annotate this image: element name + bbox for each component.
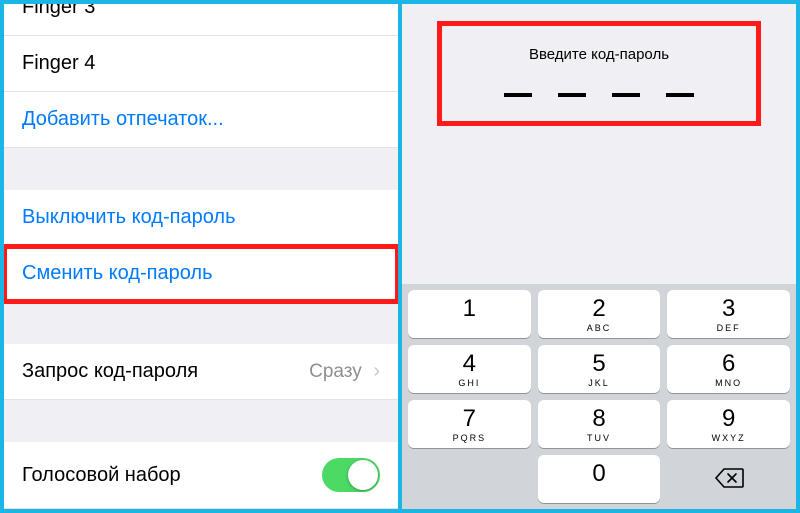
key-backspace[interactable] bbox=[667, 455, 790, 503]
voice-dial-toggle[interactable] bbox=[322, 458, 380, 492]
screenshot-frame: Finger 3 Finger 4 Добавить отпечаток... … bbox=[0, 0, 800, 513]
key-digit: 3 bbox=[667, 297, 790, 321]
key-3[interactable]: 3 DEF bbox=[667, 290, 790, 338]
key-digit: 2 bbox=[538, 297, 661, 321]
key-digit: 8 bbox=[538, 407, 661, 431]
voice-dial-row: Голосовой набор bbox=[4, 442, 398, 509]
key-letters: ABC bbox=[538, 323, 661, 333]
key-9[interactable]: 9 WXYZ bbox=[667, 400, 790, 448]
backspace-icon bbox=[714, 467, 744, 494]
row-label: Выключить код-пароль bbox=[22, 206, 236, 229]
passcode-pane: Введите код-пароль 1 2 ABC 3 DEF bbox=[400, 4, 796, 509]
settings-pane: Finger 3 Finger 4 Добавить отпечаток... … bbox=[4, 4, 400, 509]
passcode-slot bbox=[558, 93, 586, 97]
key-digit: 9 bbox=[667, 407, 790, 431]
key-6[interactable]: 6 MNO bbox=[667, 345, 790, 393]
row-finger-4[interactable]: Finger 4 bbox=[4, 36, 398, 92]
row-label: Голосовой набор bbox=[22, 464, 181, 487]
key-letters bbox=[538, 488, 661, 498]
turn-off-passcode-button[interactable]: Выключить код-пароль bbox=[4, 190, 398, 246]
passcode-dots bbox=[452, 93, 746, 97]
row-value-wrap: Сразу › bbox=[309, 360, 380, 383]
key-letters: MNO bbox=[667, 378, 790, 388]
key-letters: WXYZ bbox=[667, 433, 790, 443]
key-digit: 7 bbox=[408, 407, 531, 431]
row-label: Запрос код-пароля bbox=[22, 360, 198, 383]
key-0[interactable]: 0 bbox=[538, 455, 661, 503]
passcode-slot bbox=[612, 93, 640, 97]
key-4[interactable]: 4 GHI bbox=[408, 345, 531, 393]
key-letters: PQRS bbox=[408, 433, 531, 443]
key-7[interactable]: 7 PQRS bbox=[408, 400, 531, 448]
passcode-slot bbox=[504, 93, 532, 97]
key-letters: GHI bbox=[408, 378, 531, 388]
passcode-prompt-title: Введите код-пароль bbox=[452, 46, 746, 63]
section-gap bbox=[4, 400, 398, 442]
section-gap bbox=[4, 148, 398, 190]
passcode-prompt-box: Введите код-пароль bbox=[442, 26, 756, 121]
key-letters bbox=[408, 323, 531, 333]
add-fingerprint-button[interactable]: Добавить отпечаток... bbox=[4, 92, 398, 148]
section-gap bbox=[4, 302, 398, 344]
key-digit: 5 bbox=[538, 352, 661, 376]
key-letters: TUV bbox=[538, 433, 661, 443]
row-label: Finger 3 bbox=[22, 4, 95, 19]
key-digit: 4 bbox=[408, 352, 531, 376]
chevron-right-icon: › bbox=[373, 360, 380, 383]
row-label: Finger 4 bbox=[22, 52, 95, 75]
change-passcode-button[interactable]: Сменить код-пароль bbox=[4, 246, 398, 302]
key-1[interactable]: 1 bbox=[408, 290, 531, 338]
passcode-slot bbox=[666, 93, 694, 97]
key-5[interactable]: 5 JKL bbox=[538, 345, 661, 393]
require-passcode-row[interactable]: Запрос код-пароля Сразу › bbox=[4, 344, 398, 400]
row-label: Сменить код-пароль bbox=[22, 262, 213, 285]
key-digit: 0 bbox=[538, 462, 661, 486]
row-value: Сразу bbox=[309, 361, 362, 382]
key-letters: DEF bbox=[667, 323, 790, 333]
row-finger-3[interactable]: Finger 3 bbox=[4, 4, 398, 36]
key-digit: 6 bbox=[667, 352, 790, 376]
key-2[interactable]: 2 ABC bbox=[538, 290, 661, 338]
key-letters: JKL bbox=[538, 378, 661, 388]
key-blank bbox=[408, 455, 531, 503]
row-label: Добавить отпечаток... bbox=[22, 108, 224, 131]
numeric-keypad: 1 2 ABC 3 DEF 4 GHI 5 JKL 6 MNO bbox=[402, 284, 796, 509]
key-8[interactable]: 8 TUV bbox=[538, 400, 661, 448]
key-digit: 1 bbox=[408, 297, 531, 321]
